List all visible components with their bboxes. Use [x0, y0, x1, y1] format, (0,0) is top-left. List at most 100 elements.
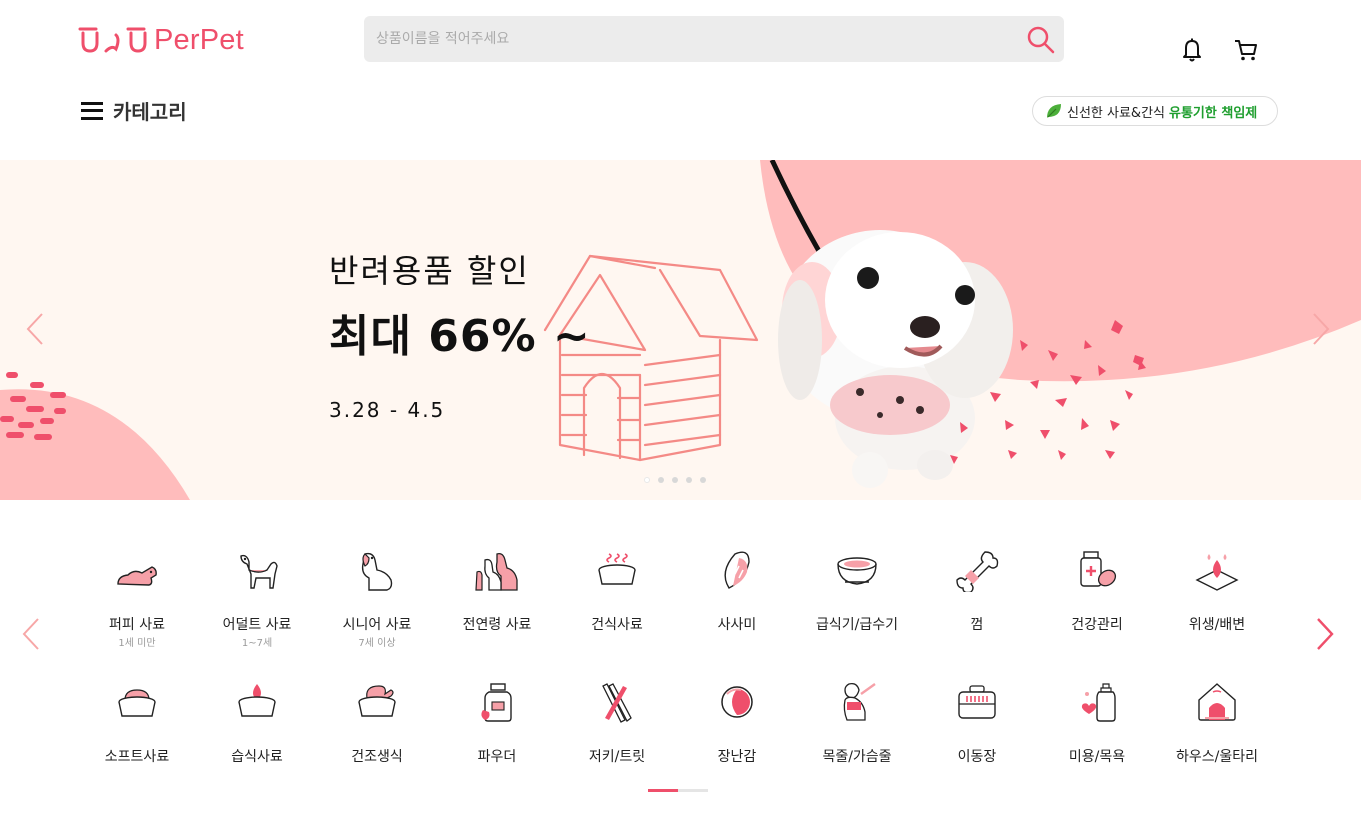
- badge-text: 신선한 사료&간식: [1067, 105, 1165, 121]
- banner-dot-4[interactable]: [686, 477, 692, 483]
- category-item[interactable]: 사사미: [677, 540, 797, 660]
- banner-dot-2[interactable]: [658, 477, 664, 483]
- category-item[interactable]: 습식사료: [197, 672, 317, 792]
- category-label: 건식사료: [591, 617, 643, 633]
- jerky-treat-icon: [602, 683, 632, 723]
- category-item[interactable]: 껌: [917, 540, 1037, 660]
- category-label: 위생/배변: [1188, 617, 1246, 633]
- category-item[interactable]: 건강관리: [1037, 540, 1157, 660]
- bone-chew-icon: [956, 551, 999, 592]
- category-item[interactable]: 파우더: [437, 672, 557, 792]
- category-label: 파우더: [477, 749, 517, 765]
- health-supplement-icon: [1080, 551, 1117, 587]
- powder-jar-icon: [481, 683, 512, 722]
- category-item[interactable]: 소프트사료: [77, 672, 197, 792]
- soft-food-bowl-icon: [118, 689, 156, 717]
- category-label: 어덜트 사료: [222, 617, 292, 633]
- chevron-left-icon: [26, 313, 43, 345]
- banner-illustration: [0, 160, 1361, 500]
- category-item[interactable]: 전연령 사료: [437, 540, 557, 660]
- category-row-1: 퍼피 사료 1세 미만 어덜트 사료 1~7세 시니어 사료 7세 이상 전연령…: [77, 540, 1277, 660]
- banner-date-range: 3.28 - 4.5: [329, 398, 446, 422]
- category-label: 껌: [970, 617, 984, 633]
- category-label: 전연령 사료: [462, 617, 532, 633]
- all-age-dogs-icon: [475, 552, 518, 591]
- logo-face-icon: [78, 27, 147, 53]
- category-label: 카테고리: [113, 100, 187, 124]
- banner-dot-5[interactable]: [700, 477, 706, 483]
- cart-icon: [1235, 40, 1257, 61]
- search-bar: [364, 16, 1064, 62]
- category-label: 이동장: [957, 749, 997, 765]
- category-item[interactable]: 저키/트릿: [557, 672, 677, 792]
- category-label: 건조생식: [351, 749, 403, 765]
- chevron-right-icon: [1317, 618, 1334, 650]
- toy-ball-icon: [721, 686, 753, 718]
- adult-dog-icon: [240, 554, 278, 589]
- category-item[interactable]: 위생/배변: [1157, 540, 1277, 660]
- search-icon: [1027, 26, 1055, 54]
- category-row-2: 소프트사료 습식사료 건조생식 파우더 저키/트릿 장난감 목줄/가슴줄 이동장…: [77, 672, 1277, 792]
- sasami-icon: [724, 551, 750, 589]
- banner-dot-3[interactable]: [672, 477, 678, 483]
- category-item[interactable]: 건조생식: [317, 672, 437, 792]
- category-label: 저키/트릿: [588, 749, 646, 765]
- banner-next-button[interactable]: [1310, 312, 1332, 346]
- notification-button[interactable]: [1180, 37, 1204, 63]
- promo-banner[interactable]: 반려용품 할인 최대 66% ~ 3.28 - 4.5: [0, 160, 1361, 500]
- banner-dot-1[interactable]: [644, 477, 650, 483]
- chevron-left-icon: [22, 618, 39, 650]
- category-label: 하우스/울타리: [1176, 749, 1258, 765]
- banner-prev-button[interactable]: [24, 312, 46, 346]
- dried-raw-food-icon: [358, 685, 396, 717]
- feeder-bowl-icon: [837, 557, 877, 585]
- banner-copy: 반려용품 할인 최대 66% ~ 3.28 - 4.5: [329, 246, 591, 422]
- hamburger-icon: [81, 101, 103, 120]
- category-item[interactable]: 급식기/급수기: [797, 540, 917, 660]
- category-next-button[interactable]: [1314, 617, 1336, 651]
- badge-highlight: 유통기한 책임제: [1169, 105, 1258, 121]
- brand-name: PerPet: [154, 23, 244, 56]
- bell-icon: [1183, 38, 1201, 62]
- category-label: 퍼피 사료: [109, 617, 165, 633]
- senior-dog-icon: [361, 552, 393, 591]
- category-item[interactable]: 어덜트 사료 1~7세: [197, 540, 317, 660]
- leaf-icon: [1047, 104, 1061, 118]
- category-sublabel: 7세 이상: [358, 638, 396, 649]
- category-page-indicator-active: [648, 789, 678, 792]
- search-button[interactable]: [1026, 25, 1056, 55]
- category-item[interactable]: 퍼피 사료 1세 미만: [77, 540, 197, 660]
- pet-carrier-icon: [958, 685, 996, 719]
- banner-pagination: [644, 477, 706, 483]
- category-label: 목줄/가슴줄: [822, 749, 892, 765]
- category-item[interactable]: 시니어 사료 7세 이상: [317, 540, 437, 660]
- category-label: 미용/목욕: [1068, 749, 1126, 765]
- category-label: 습식사료: [231, 749, 283, 765]
- dry-food-bowl-icon: [598, 553, 636, 585]
- freshness-guarantee-badge[interactable]: 신선한 사료&간식 유통기한 책임제: [1032, 96, 1278, 126]
- grooming-bottle-icon: [1081, 683, 1116, 722]
- category-item[interactable]: 하우스/울타리: [1157, 672, 1277, 792]
- category-item[interactable]: 장난감: [677, 672, 797, 792]
- category-prev-button[interactable]: [20, 617, 42, 651]
- pee-pad-icon: [1195, 554, 1239, 591]
- category-menu-button[interactable]: 카테고리: [81, 96, 187, 125]
- cart-button[interactable]: [1233, 38, 1259, 62]
- category-label: 급식기/급수기: [816, 617, 898, 633]
- puppy-icon: [117, 566, 157, 586]
- category-item[interactable]: 목줄/가슴줄: [797, 672, 917, 792]
- category-label: 장난감: [717, 749, 757, 765]
- category-item[interactable]: 건식사료: [557, 540, 677, 660]
- banner-headline: 반려용품 할인: [329, 252, 530, 290]
- category-page-indicator: [648, 789, 708, 792]
- category-item[interactable]: 이동장: [917, 672, 1037, 792]
- category-item[interactable]: 미용/목욕: [1037, 672, 1157, 792]
- category-label: 시니어 사료: [342, 617, 412, 633]
- category-label: 소프트사료: [104, 749, 170, 765]
- wet-food-bowl-icon: [238, 684, 276, 717]
- category-label: 건강관리: [1071, 617, 1123, 633]
- chevron-right-icon: [1313, 313, 1330, 345]
- brand-logo[interactable]: PerPet: [78, 22, 244, 58]
- search-input[interactable]: [364, 16, 1014, 62]
- category-label: 사사미: [717, 617, 757, 633]
